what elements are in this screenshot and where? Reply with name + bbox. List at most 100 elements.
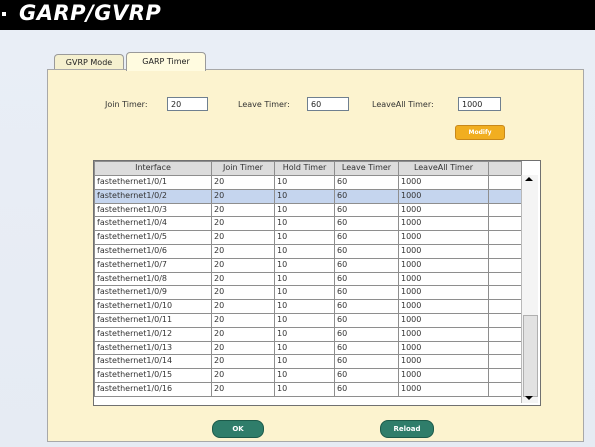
cell-interface[interactable]: fastethernet1/0/13 bbox=[94, 340, 212, 356]
cell-leaveall-timer[interactable]: 1000 bbox=[398, 354, 489, 370]
cell-join-timer[interactable]: 20 bbox=[211, 285, 275, 301]
cell-hold-timer[interactable]: 10 bbox=[274, 381, 335, 397]
cell-leaveall-timer[interactable]: 1000 bbox=[398, 285, 489, 301]
cell-join-timer[interactable]: 20 bbox=[211, 216, 275, 232]
table-row[interactable]: fastethernet1/0/5 20 10 60 1000 bbox=[94, 230, 522, 245]
cell-leave-timer[interactable]: 60 bbox=[334, 340, 399, 356]
cell-hold-timer[interactable]: 10 bbox=[274, 326, 335, 342]
cell-join-timer[interactable]: 20 bbox=[211, 188, 275, 204]
cell-join-timer[interactable]: 20 bbox=[211, 202, 275, 218]
cell-leaveall-timer[interactable]: 1000 bbox=[398, 368, 489, 383]
cell-join-timer[interactable]: 20 bbox=[211, 230, 275, 245]
cell-join-timer[interactable]: 20 bbox=[211, 175, 275, 190]
cell-leave-timer[interactable]: 60 bbox=[334, 326, 399, 342]
cell-join-timer[interactable]: 20 bbox=[211, 326, 275, 342]
cell-interface[interactable]: fastethernet1/0/3 bbox=[94, 202, 212, 218]
column-header-leaveall-timer[interactable]: LeaveAll Timer bbox=[398, 161, 489, 176]
table-row[interactable]: fastethernet1/0/2 20 10 60 1000 bbox=[94, 188, 522, 204]
table-row[interactable]: fastethernet1/0/3 20 10 60 1000 bbox=[94, 202, 522, 218]
cell-leave-timer[interactable]: 60 bbox=[334, 243, 399, 259]
cell-join-timer[interactable]: 20 bbox=[211, 312, 275, 328]
cell-leave-timer[interactable]: 60 bbox=[334, 175, 399, 190]
cell-join-timer[interactable]: 20 bbox=[211, 368, 275, 383]
cell-hold-timer[interactable]: 10 bbox=[274, 216, 335, 232]
cell-hold-timer[interactable]: 10 bbox=[274, 354, 335, 370]
cell-hold-timer[interactable]: 10 bbox=[274, 188, 335, 204]
cell-hold-timer[interactable]: 10 bbox=[274, 202, 335, 218]
cell-leaveall-timer[interactable]: 1000 bbox=[398, 381, 489, 397]
cell-hold-timer[interactable]: 10 bbox=[274, 243, 335, 259]
leave-timer-input[interactable]: 60 bbox=[307, 97, 349, 111]
cell-interface[interactable]: fastethernet1/0/4 bbox=[94, 216, 212, 232]
cell-join-timer[interactable]: 20 bbox=[211, 340, 275, 356]
table-row[interactable]: fastethernet1/0/6 20 10 60 1000 bbox=[94, 243, 522, 259]
cell-join-timer[interactable]: 20 bbox=[211, 354, 275, 370]
cell-leaveall-timer[interactable]: 1000 bbox=[398, 216, 489, 232]
cell-interface[interactable]: fastethernet1/0/1 bbox=[94, 175, 212, 190]
cell-interface[interactable]: fastethernet1/0/16 bbox=[94, 381, 212, 397]
table-scrollbar[interactable] bbox=[521, 175, 538, 403]
cell-interface[interactable]: fastethernet1/0/12 bbox=[94, 326, 212, 342]
cell-join-timer[interactable]: 20 bbox=[211, 243, 275, 259]
table-row[interactable]: fastethernet1/0/14 20 10 60 1000 bbox=[94, 354, 522, 370]
cell-leaveall-timer[interactable]: 1000 bbox=[398, 188, 489, 204]
cell-hold-timer[interactable]: 10 bbox=[274, 175, 335, 190]
cell-interface[interactable]: fastethernet1/0/8 bbox=[94, 271, 212, 287]
scroll-thumb[interactable] bbox=[523, 315, 538, 397]
reload-button[interactable]: Reload bbox=[380, 420, 434, 438]
scroll-up-arrow-icon[interactable] bbox=[525, 177, 533, 181]
cell-leave-timer[interactable]: 60 bbox=[334, 230, 399, 245]
cell-leave-timer[interactable]: 60 bbox=[334, 257, 399, 273]
cell-leaveall-timer[interactable]: 1000 bbox=[398, 202, 489, 218]
scroll-down-arrow-icon[interactable] bbox=[525, 396, 533, 400]
cell-leaveall-timer[interactable]: 1000 bbox=[398, 299, 489, 314]
cell-leaveall-timer[interactable]: 1000 bbox=[398, 271, 489, 287]
cell-leave-timer[interactable]: 60 bbox=[334, 381, 399, 397]
cell-leave-timer[interactable]: 60 bbox=[334, 368, 399, 383]
cell-leave-timer[interactable]: 60 bbox=[334, 354, 399, 370]
table-row[interactable]: fastethernet1/0/8 20 10 60 1000 bbox=[94, 271, 522, 287]
cell-leave-timer[interactable]: 60 bbox=[334, 188, 399, 204]
cell-hold-timer[interactable]: 10 bbox=[274, 230, 335, 245]
table-row[interactable]: fastethernet1/0/13 20 10 60 1000 bbox=[94, 340, 522, 356]
cell-hold-timer[interactable]: 10 bbox=[274, 271, 335, 287]
table-row[interactable]: fastethernet1/0/10 20 10 60 1000 bbox=[94, 299, 522, 314]
cell-leaveall-timer[interactable]: 1000 bbox=[398, 257, 489, 273]
cell-leave-timer[interactable]: 60 bbox=[334, 202, 399, 218]
modify-button[interactable]: Modify bbox=[455, 125, 505, 140]
table-row[interactable]: fastethernet1/0/7 20 10 60 1000 bbox=[94, 257, 522, 273]
table-row[interactable]: fastethernet1/0/11 20 10 60 1000 bbox=[94, 312, 522, 328]
cell-leave-timer[interactable]: 60 bbox=[334, 216, 399, 232]
cell-interface[interactable]: fastethernet1/0/10 bbox=[94, 299, 212, 314]
tab-gvrp-mode[interactable]: GVRP Mode bbox=[54, 54, 124, 70]
cell-join-timer[interactable]: 20 bbox=[211, 257, 275, 273]
cell-leave-timer[interactable]: 60 bbox=[334, 285, 399, 301]
cell-leaveall-timer[interactable]: 1000 bbox=[398, 230, 489, 245]
cell-hold-timer[interactable]: 10 bbox=[274, 299, 335, 314]
join-timer-input[interactable]: 20 bbox=[167, 97, 208, 111]
cell-interface[interactable]: fastethernet1/0/11 bbox=[94, 312, 212, 328]
cell-interface[interactable]: fastethernet1/0/2 bbox=[94, 188, 212, 204]
cell-hold-timer[interactable]: 10 bbox=[274, 368, 335, 383]
column-header-join-timer[interactable]: Join Timer bbox=[211, 161, 275, 176]
column-header-leave-timer[interactable]: Leave Timer bbox=[334, 161, 399, 176]
cell-interface[interactable]: fastethernet1/0/7 bbox=[94, 257, 212, 273]
cell-interface[interactable]: fastethernet1/0/15 bbox=[94, 368, 212, 383]
tab-garp-timer[interactable]: GARP Timer bbox=[126, 52, 206, 71]
table-row[interactable]: fastethernet1/0/4 20 10 60 1000 bbox=[94, 216, 522, 232]
cell-hold-timer[interactable]: 10 bbox=[274, 340, 335, 356]
cell-join-timer[interactable]: 20 bbox=[211, 299, 275, 314]
column-header-hold-timer[interactable]: Hold Timer bbox=[274, 161, 335, 176]
cell-leave-timer[interactable]: 60 bbox=[334, 271, 399, 287]
table-row[interactable]: fastethernet1/0/9 20 10 60 1000 bbox=[94, 285, 522, 301]
column-header-interface[interactable]: Interface bbox=[94, 161, 212, 176]
cell-join-timer[interactable]: 20 bbox=[211, 381, 275, 397]
table-row[interactable]: fastethernet1/0/1 20 10 60 1000 bbox=[94, 175, 522, 190]
cell-hold-timer[interactable]: 10 bbox=[274, 312, 335, 328]
cell-hold-timer[interactable]: 10 bbox=[274, 257, 335, 273]
cell-leave-timer[interactable]: 60 bbox=[334, 299, 399, 314]
cell-leaveall-timer[interactable]: 1000 bbox=[398, 326, 489, 342]
cell-interface[interactable]: fastethernet1/0/5 bbox=[94, 230, 212, 245]
table-row[interactable]: fastethernet1/0/12 20 10 60 1000 bbox=[94, 326, 522, 342]
cell-interface[interactable]: fastethernet1/0/6 bbox=[94, 243, 212, 259]
